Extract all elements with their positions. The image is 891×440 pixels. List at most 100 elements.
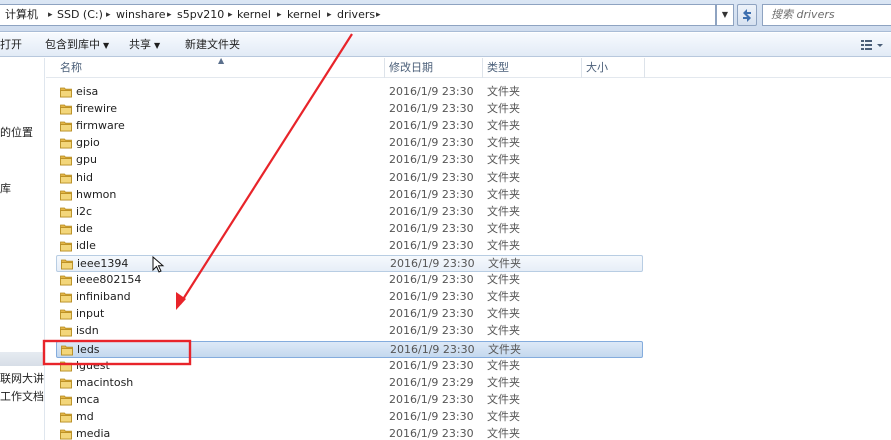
folder-icon (60, 411, 72, 423)
nav-item-libraries[interactable]: 库 (0, 180, 11, 196)
file-modified-date: 2016/1/9 23:30 (389, 170, 474, 184)
mouse-cursor-icon (152, 256, 165, 273)
file-row-isdn[interactable]: isdn 2016/1/9 23:30 文件夹 (56, 323, 643, 340)
file-name: media (76, 427, 111, 440)
breadcrumb-separator-icon[interactable]: ▸ (106, 5, 111, 25)
address-history-dropdown[interactable]: ▼ (716, 4, 734, 26)
file-name: hwmon (76, 187, 117, 201)
breadcrumb-item[interactable]: winshare (116, 5, 166, 25)
include-in-library-button[interactable]: 包含到库中 ▼ (45, 33, 109, 56)
file-modified-date: 2016/1/9 23:30 (389, 427, 474, 440)
file-name: i2c (76, 204, 93, 218)
file-row-leds[interactable]: leds 2016/1/9 23:30 文件夹 (56, 340, 643, 358)
breadcrumb-item[interactable]: kernel (287, 5, 321, 25)
column-header: ▲ 名称 修改日期 类型 大小 (46, 56, 891, 78)
file-type: 文件夹 (487, 187, 520, 201)
file-name: lguest (76, 358, 110, 372)
file-row-firmware[interactable]: firmware 2016/1/9 23:30 文件夹 (56, 118, 643, 135)
file-row-ide[interactable]: ide 2016/1/9 23:30 文件夹 (56, 221, 643, 238)
column-date[interactable]: 修改日期 (389, 58, 433, 78)
refresh-button[interactable] (737, 4, 757, 26)
folder-icon (61, 258, 73, 270)
file-type: 文件夹 (487, 221, 520, 235)
column-divider[interactable] (644, 58, 645, 78)
file-row-gpu[interactable]: gpu 2016/1/9 23:30 文件夹 (56, 152, 643, 169)
file-type: 文件夹 (487, 375, 520, 389)
breadcrumb-item[interactable]: s5pv210 (177, 5, 224, 25)
file-name: leds (77, 342, 100, 356)
file-row-md[interactable]: md 2016/1/9 23:30 文件夹 (56, 409, 643, 426)
file-row-firewire[interactable]: firewire 2016/1/9 23:30 文件夹 (56, 101, 643, 118)
breadcrumb-separator-icon[interactable]: ▸ (277, 5, 282, 25)
file-modified-date: 2016/1/9 23:30 (389, 119, 474, 133)
file-row-i2c[interactable]: i2c 2016/1/9 23:30 文件夹 (56, 204, 643, 221)
folder-icon (60, 172, 72, 184)
file-row-hid[interactable]: hid 2016/1/9 23:30 文件夹 (56, 170, 643, 187)
breadcrumb-item[interactable]: kernel (237, 5, 271, 25)
file-type: 文件夹 (487, 427, 520, 440)
search-placeholder: 搜索 drivers (771, 8, 835, 21)
nav-item-work-docs[interactable]: 工作文档 (I (0, 388, 44, 404)
file-name: gpu (76, 153, 97, 167)
breadcrumb-separator-icon[interactable]: ▸ (376, 5, 381, 25)
file-type: 文件夹 (487, 392, 520, 406)
open-button[interactable]: 打开 (0, 33, 22, 56)
chevron-down-icon: ▼ (154, 41, 161, 50)
view-options-icon (861, 40, 883, 50)
file-row-ieee1394[interactable]: ieee1394 2016/1/9 23:30 文件夹 (56, 255, 643, 272)
file-row-gpio[interactable]: gpio 2016/1/9 23:30 文件夹 (56, 135, 643, 152)
file-type: 文件夹 (487, 307, 520, 321)
file-row-eisa[interactable]: eisa 2016/1/9 23:30 文件夹 (56, 84, 643, 101)
column-name[interactable]: 名称 (60, 58, 82, 78)
file-name: md (76, 409, 94, 423)
nav-item-places[interactable]: 的位置 (0, 124, 33, 140)
column-divider[interactable] (384, 58, 385, 78)
breadcrumb-separator-icon[interactable]: ▸ (48, 5, 53, 25)
file-modified-date: 2016/1/9 23:30 (389, 136, 474, 150)
file-row-ieee802154[interactable]: ieee802154 2016/1/9 23:30 文件夹 (56, 272, 643, 289)
breadcrumb-separator-icon[interactable]: ▸ (228, 5, 233, 25)
file-name: idle (76, 238, 96, 252)
file-modified-date: 2016/1/9 23:30 (389, 324, 474, 338)
file-name: mca (76, 392, 100, 406)
column-divider[interactable] (581, 58, 582, 78)
view-options-button[interactable] (858, 36, 891, 54)
breadcrumb-separator-icon[interactable]: ▸ (167, 5, 172, 25)
breadcrumb-item[interactable]: 计算机 (5, 5, 38, 25)
file-row-macintosh[interactable]: macintosh 2016/1/9 23:29 文件夹 (56, 375, 643, 392)
folder-icon (60, 325, 72, 337)
file-type: 文件夹 (487, 290, 520, 304)
file-name: ieee802154 (76, 273, 142, 287)
file-modified-date: 2016/1/9 23:30 (389, 358, 474, 372)
file-row-lguest[interactable]: lguest 2016/1/9 23:30 文件夹 (56, 358, 643, 375)
new-folder-button[interactable]: 新建文件夹 (185, 33, 240, 56)
column-type[interactable]: 类型 (487, 58, 509, 78)
file-name: isdn (76, 324, 99, 338)
folder-icon (60, 240, 72, 252)
file-row-hwmon[interactable]: hwmon 2016/1/9 23:30 文件夹 (56, 187, 643, 204)
file-modified-date: 2016/1/9 23:30 (389, 238, 474, 252)
file-modified-date: 2016/1/9 23:30 (389, 392, 474, 406)
file-name: firmware (76, 119, 125, 133)
file-name: eisa (76, 85, 99, 98)
breadcrumb-separator-icon[interactable]: ▸ (327, 5, 332, 25)
file-type: 文件夹 (487, 273, 520, 287)
breadcrumb[interactable]: 计算机 ▸ SSD (C:) ▸ winshare ▸ s5pv210 ▸ kernel ▸ ker… (0, 4, 716, 26)
breadcrumb-item[interactable]: drivers (337, 5, 375, 25)
search-input[interactable]: 搜索 drivers (762, 4, 891, 26)
file-row-mca[interactable]: mca 2016/1/9 23:30 文件夹 (56, 392, 643, 409)
file-type: 文件夹 (487, 204, 520, 218)
folder-icon (60, 428, 72, 440)
column-size[interactable]: 大小 (586, 58, 608, 78)
share-button[interactable]: 共享 ▼ (129, 33, 160, 56)
column-divider[interactable] (482, 58, 483, 78)
breadcrumb-item[interactable]: SSD (C:) (57, 5, 103, 25)
file-row-idle[interactable]: idle 2016/1/9 23:30 文件夹 (56, 238, 643, 255)
file-type: 文件夹 (487, 102, 520, 116)
folder-icon (60, 223, 72, 235)
file-type: 文件夹 (487, 409, 520, 423)
nav-item-network-lecture[interactable]: 联网大讲堂 (0, 370, 44, 386)
file-row-media[interactable]: media 2016/1/9 23:30 文件夹 (56, 426, 643, 440)
file-row-infiniband[interactable]: infiniband 2016/1/9 23:30 文件夹 (56, 289, 643, 306)
file-row-input[interactable]: input 2016/1/9 23:30 文件夹 (56, 306, 643, 323)
